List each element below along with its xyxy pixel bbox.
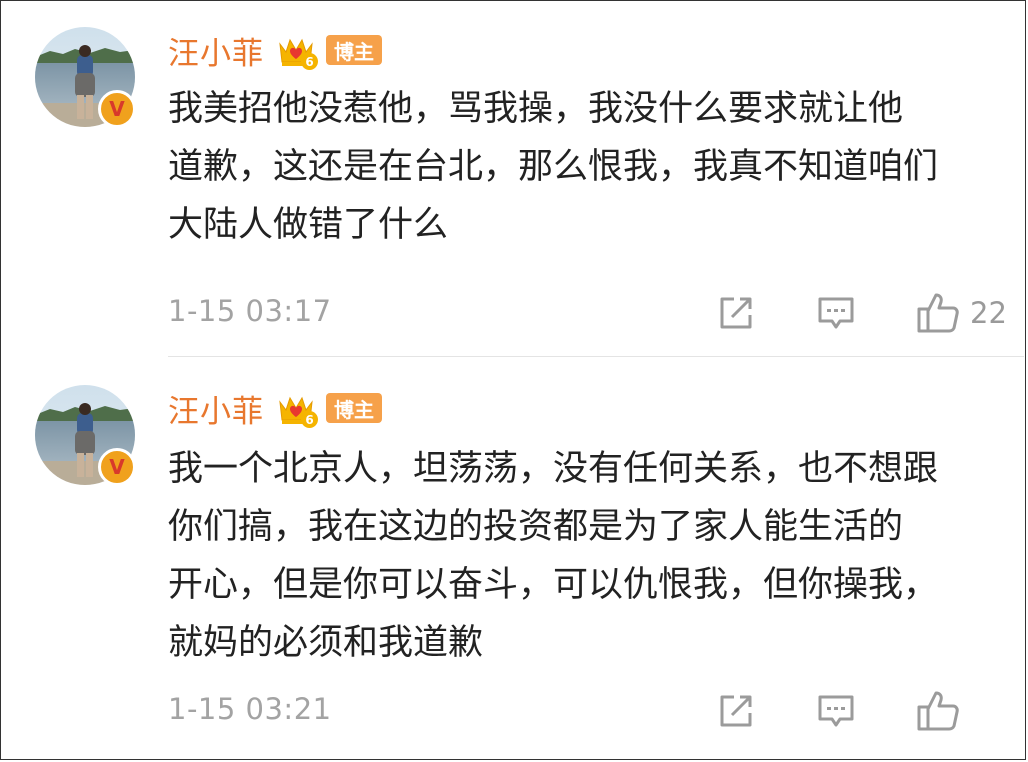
like-icon	[917, 293, 959, 333]
vip-level: 6	[301, 53, 318, 70]
vip-crown-icon[interactable]: 6	[276, 388, 318, 428]
author-tag: 博主	[326, 35, 382, 65]
timestamp: 1-15 03:21	[168, 692, 332, 726]
reply-icon	[818, 297, 854, 329]
reply-icon	[818, 695, 854, 727]
comment-text-line: 我美招他没惹他，骂我操，我没什么要求就让他	[168, 89, 904, 129]
comment-meta: 1-15 03:21	[168, 686, 1028, 736]
like-count: 22	[970, 296, 1007, 330]
share-icon	[720, 695, 752, 727]
share-button[interactable]	[716, 292, 756, 334]
like-button[interactable]	[916, 690, 970, 732]
username-link[interactable]: 汪小菲	[168, 28, 264, 73]
verified-mark: V	[109, 97, 125, 121]
share-icon	[720, 297, 752, 329]
verified-mark: V	[109, 455, 125, 479]
comment-meta: 1-15 03:17 22	[168, 288, 1028, 338]
verified-badge: V	[98, 90, 136, 128]
comment-text-line: 就妈的必须和我道歉	[168, 623, 484, 663]
comment-text-line: 道歉，这还是在台北，那么恨我，我真不知道咱们	[168, 147, 939, 187]
reply-button[interactable]	[816, 690, 856, 732]
comment-text-line: 我一个北京人，坦荡荡，没有任何关系，也不想跟	[168, 449, 939, 489]
comment-text-line: 开心，但是你可以奋斗，可以仇恨我，但你操我，	[168, 565, 939, 605]
comment-text: 我美招他没惹他，骂我操，我没什么要求就让他 道歉，这还是在台北，那么恨我，我真不…	[168, 80, 1013, 254]
user-row: 汪小菲 6 博主	[168, 28, 382, 72]
username-link[interactable]: 汪小菲	[168, 386, 264, 431]
vip-crown-icon[interactable]: 6	[276, 30, 318, 70]
comment-text-line: 你们搞，我在这边的投资都是为了家人能生活的	[168, 507, 904, 547]
comment-text: 我一个北京人，坦荡荡，没有任何关系，也不想跟 你们搞，我在这边的投资都是为了家人…	[168, 440, 1013, 672]
verified-badge: V	[98, 448, 136, 486]
comment-item: V 汪小菲 6 博主 我一个北京人，坦荡荡，没有任何关系，也不想跟 你们搞，我在…	[0, 358, 1028, 760]
timestamp: 1-15 03:17	[168, 294, 332, 328]
comment-item: V 汪小菲 6 博主 我美招他没惹他，骂我操，我没什么要求就让他 道歉，这还是在…	[0, 0, 1028, 356]
user-row: 汪小菲 6 博主	[168, 386, 382, 430]
vip-level: 6	[301, 411, 318, 428]
reply-button[interactable]	[816, 292, 856, 334]
share-button[interactable]	[716, 690, 756, 732]
comment-text-line: 大陆人做错了什么	[168, 205, 449, 245]
like-icon	[917, 691, 959, 731]
like-button[interactable]: 22	[916, 292, 1007, 334]
comment-divider	[168, 356, 1024, 357]
author-tag: 博主	[326, 393, 382, 423]
